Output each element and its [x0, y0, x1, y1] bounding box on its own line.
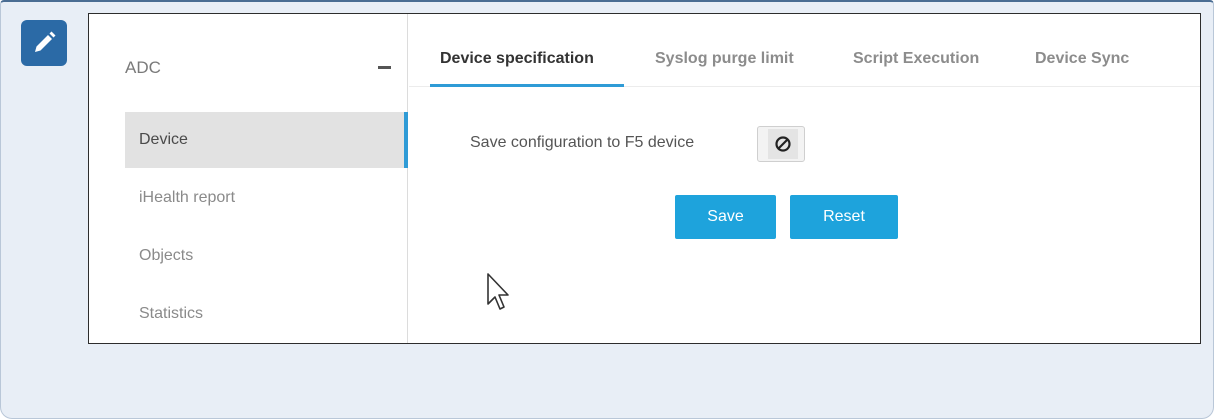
- tab-script-execution[interactable]: Script Execution: [853, 50, 979, 68]
- sidebar-item-objects[interactable]: Objects: [125, 228, 408, 284]
- sidebar-heading: ADC: [125, 58, 161, 77]
- reset-button[interactable]: Reset: [790, 195, 898, 239]
- sidebar-item-label: Statistics: [139, 305, 204, 322]
- mouse-cursor-icon: [486, 272, 512, 317]
- tab-bar: Device specification Syslog purge limit …: [409, 14, 1200, 87]
- save-config-toggle[interactable]: [757, 126, 805, 162]
- sidebar-item-ihealth-report[interactable]: iHealth report: [125, 170, 408, 226]
- sidebar-item-label: iHealth report: [139, 189, 236, 206]
- note-callout: ADC Device iHealth report Objects Statis…: [0, 0, 1214, 419]
- tab-device-specification[interactable]: Device specification: [440, 50, 594, 68]
- prohibited-icon: [768, 129, 798, 159]
- active-tab-indicator: [430, 84, 624, 87]
- sidebar-item-device[interactable]: Device: [125, 112, 408, 168]
- save-button[interactable]: Save: [675, 195, 776, 239]
- sidebar: ADC Device iHealth report Objects Statis…: [89, 14, 408, 343]
- tab-syslog-purge-limit[interactable]: Syslog purge limit: [655, 50, 794, 68]
- sidebar-item-statistics[interactable]: Statistics: [125, 286, 408, 342]
- embedded-screenshot: ADC Device iHealth report Objects Statis…: [88, 13, 1201, 344]
- save-config-label: Save configuration to F5 device: [470, 134, 695, 151]
- sidebar-item-label: Device: [139, 131, 188, 148]
- tab-device-sync[interactable]: Device Sync: [1035, 50, 1129, 68]
- minus-icon[interactable]: [378, 66, 391, 69]
- pencil-icon: [21, 20, 67, 66]
- sidebar-item-label: Objects: [139, 247, 194, 264]
